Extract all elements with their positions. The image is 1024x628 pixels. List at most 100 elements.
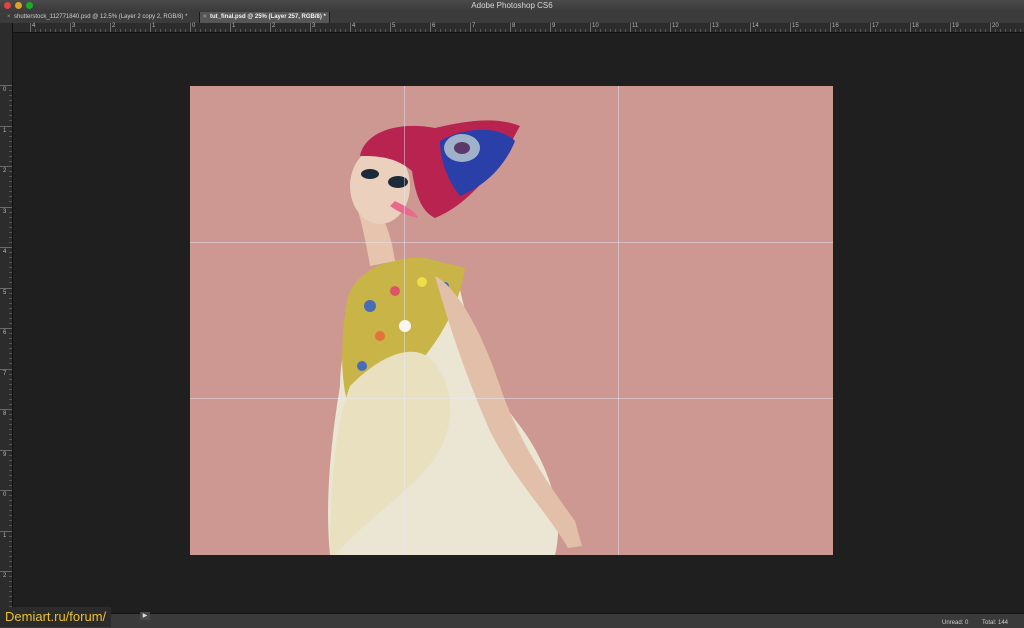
ruler-minor-tick bbox=[9, 358, 12, 359]
ruler-minor-tick bbox=[9, 581, 12, 582]
tab-close-icon[interactable]: × bbox=[7, 12, 11, 23]
ruler-minor-tick bbox=[9, 419, 12, 420]
ruler-minor-tick bbox=[210, 29, 211, 32]
ruler-minor-tick bbox=[570, 29, 571, 32]
ruler-minor-tick bbox=[455, 29, 456, 32]
ruler-minor-tick bbox=[9, 115, 12, 116]
ruler-minor-tick bbox=[9, 601, 12, 602]
ruler-minor-tick bbox=[9, 536, 12, 537]
guide-vertical-1[interactable] bbox=[404, 86, 405, 555]
ruler-minor-tick bbox=[9, 95, 12, 96]
ruler-minor-tick bbox=[820, 29, 821, 32]
ruler-minor-tick bbox=[9, 181, 12, 182]
ruler-minor-tick bbox=[345, 29, 346, 32]
fashion-model-photo bbox=[328, 120, 582, 555]
ruler-minor-tick bbox=[220, 29, 221, 32]
ruler-minor-tick bbox=[9, 510, 12, 511]
ruler-major-tick bbox=[0, 450, 12, 451]
ruler-minor-tick bbox=[580, 29, 581, 32]
ruler-minor-tick bbox=[9, 460, 12, 461]
ruler-minor-tick bbox=[9, 520, 12, 521]
ruler-minor-tick bbox=[525, 29, 526, 32]
ruler-minor-tick bbox=[1020, 29, 1021, 32]
play-arrow-icon[interactable]: ▶ bbox=[140, 612, 150, 620]
ruler-minor-tick bbox=[740, 29, 741, 32]
ruler-tick-label: 1 bbox=[3, 128, 7, 134]
ruler-minor-tick bbox=[815, 29, 816, 32]
ruler-minor-tick bbox=[9, 131, 12, 132]
ruler-minor-tick bbox=[915, 29, 916, 32]
ruler-minor-tick bbox=[9, 217, 12, 218]
ruler-minor-tick bbox=[9, 333, 12, 334]
ruler-minor-tick bbox=[9, 363, 12, 364]
ruler-minor-tick bbox=[9, 191, 12, 192]
ruler-minor-tick bbox=[475, 29, 476, 32]
ruler-minor-tick bbox=[705, 29, 706, 32]
ruler-minor-tick bbox=[330, 29, 331, 32]
ruler-minor-tick bbox=[175, 29, 176, 32]
ruler-minor-tick bbox=[200, 29, 201, 32]
tab-shutterstock-psd[interactable]: × shutterstock_112771840.psd @ 12.5% (La… bbox=[4, 12, 200, 23]
ruler-minor-tick bbox=[9, 262, 12, 263]
ruler-minor-tick bbox=[785, 29, 786, 32]
ruler-minor-tick bbox=[605, 29, 606, 32]
ruler-minor-tick bbox=[425, 29, 426, 32]
ruler-minor-tick bbox=[155, 29, 156, 32]
ruler-minor-tick bbox=[9, 227, 12, 228]
ruler-minor-tick bbox=[375, 29, 376, 32]
ruler-minor-tick bbox=[9, 566, 12, 567]
guide-horizontal-1[interactable] bbox=[190, 242, 833, 243]
ruler-minor-tick bbox=[865, 29, 866, 32]
ruler-minor-tick bbox=[80, 29, 81, 32]
ruler-minor-tick bbox=[845, 29, 846, 32]
ruler-minor-tick bbox=[140, 29, 141, 32]
ruler-minor-tick bbox=[9, 515, 12, 516]
ruler-minor-tick bbox=[575, 29, 576, 32]
ruler-tick-label: 0 bbox=[3, 87, 7, 93]
ruler-minor-tick bbox=[850, 29, 851, 32]
ruler-minor-tick bbox=[9, 318, 12, 319]
ruler-minor-tick bbox=[130, 29, 131, 32]
ruler-minor-tick bbox=[825, 29, 826, 32]
total-count: Total: 144 bbox=[982, 620, 1009, 626]
ruler-minor-tick bbox=[595, 29, 596, 32]
ruler-minor-tick bbox=[9, 303, 12, 304]
ruler-minor-tick bbox=[480, 29, 481, 32]
ruler-minor-tick bbox=[185, 29, 186, 32]
ruler-minor-tick bbox=[460, 29, 461, 32]
ruler-minor-tick bbox=[925, 29, 926, 32]
ruler-minor-tick bbox=[160, 29, 161, 32]
ruler-minor-tick bbox=[9, 394, 12, 395]
ruler-major-tick bbox=[0, 247, 12, 248]
ruler-minor-tick bbox=[9, 343, 12, 344]
ruler-minor-tick bbox=[355, 29, 356, 32]
guide-horizontal-2[interactable] bbox=[190, 398, 833, 399]
ruler-minor-tick bbox=[235, 29, 236, 32]
ruler-minor-tick bbox=[720, 29, 721, 32]
ruler-minor-tick bbox=[9, 455, 12, 456]
ruler-minor-tick bbox=[305, 29, 306, 32]
horizontal-ruler[interactable]: 4 3 2 1 0 1 2 3 4 5 6 7 8 9 10 11 12 13 14 15 16 17 18 19 20 bbox=[12, 23, 1024, 33]
tab-tut-final-psd[interactable]: × tut_final.psd @ 25% (Layer 257, RGB/8)… bbox=[200, 12, 330, 23]
tab-close-icon[interactable]: × bbox=[203, 12, 207, 23]
ruler-minor-tick bbox=[115, 29, 116, 32]
ruler-minor-tick bbox=[505, 29, 506, 32]
ruler-minor-tick bbox=[410, 29, 411, 32]
ruler-minor-tick bbox=[9, 110, 12, 111]
ruler-minor-tick bbox=[9, 212, 12, 213]
ruler-minor-tick bbox=[9, 186, 12, 187]
document-canvas[interactable] bbox=[190, 86, 833, 555]
ruler-minor-tick bbox=[665, 29, 666, 32]
ruler-minor-tick bbox=[655, 29, 656, 32]
ruler-minor-tick bbox=[170, 29, 171, 32]
guide-vertical-2[interactable] bbox=[618, 86, 619, 555]
ruler-major-tick bbox=[0, 85, 12, 86]
ruler-minor-tick bbox=[9, 470, 12, 471]
ruler-minor-tick bbox=[9, 561, 12, 562]
vertical-ruler[interactable]: 0 1 2 3 4 5 6 7 8 9 0 1 2 bbox=[0, 23, 13, 613]
ruler-minor-tick bbox=[715, 29, 716, 32]
ruler-minor-tick bbox=[65, 29, 66, 32]
ruler-minor-tick bbox=[9, 348, 12, 349]
ruler-minor-tick bbox=[930, 29, 931, 32]
ruler-minor-tick bbox=[725, 29, 726, 32]
